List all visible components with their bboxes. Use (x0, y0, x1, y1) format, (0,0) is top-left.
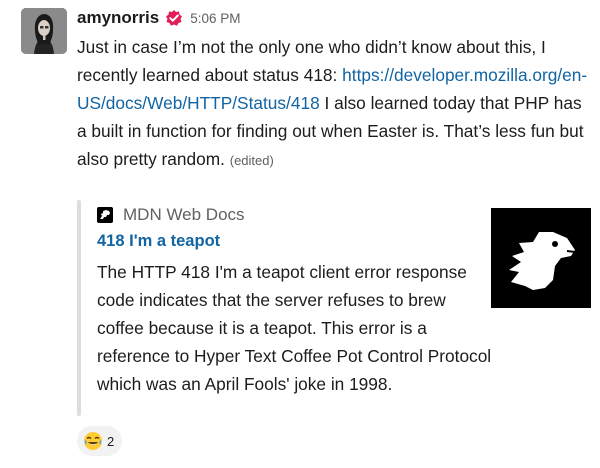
reactions-bar: 2 (77, 426, 123, 456)
message-text: Just in case I’m not the only one who di… (77, 33, 592, 175)
message-timestamp[interactable]: 5:06 PM (190, 11, 240, 26)
attachment-service-name: MDN Web Docs (123, 205, 245, 224)
reaction-pill[interactable]: 2 (77, 426, 123, 456)
attachment-title-link[interactable]: 418 I'm a teapot (97, 232, 220, 251)
mdn-logo-thumbnail-icon (491, 208, 591, 308)
link-unfurl: MDN Web Docs 418 I'm a teapot The HTTP 4… (77, 200, 592, 416)
user-avatar-photo-icon (21, 8, 67, 54)
reaction-count: 2 (107, 433, 115, 449)
chat-message: amynorris 5:06 PM Just in case I’m not t… (0, 0, 600, 468)
attachment-description: The HTTP 418 I'm a teapot client error r… (97, 262, 492, 394)
verified-badge-icon (165, 9, 183, 27)
sender-name[interactable]: amynorris (77, 8, 159, 28)
edited-label: (edited) (229, 153, 274, 168)
message-header: amynorris 5:06 PM (77, 6, 240, 30)
attachment-border (77, 200, 81, 416)
joy-emoji-icon (83, 431, 103, 451)
avatar[interactable] (21, 8, 67, 54)
attachment-thumbnail[interactable] (491, 208, 591, 308)
mdn-dino-icon (97, 207, 113, 223)
attachment-service: MDN Web Docs (97, 204, 245, 226)
